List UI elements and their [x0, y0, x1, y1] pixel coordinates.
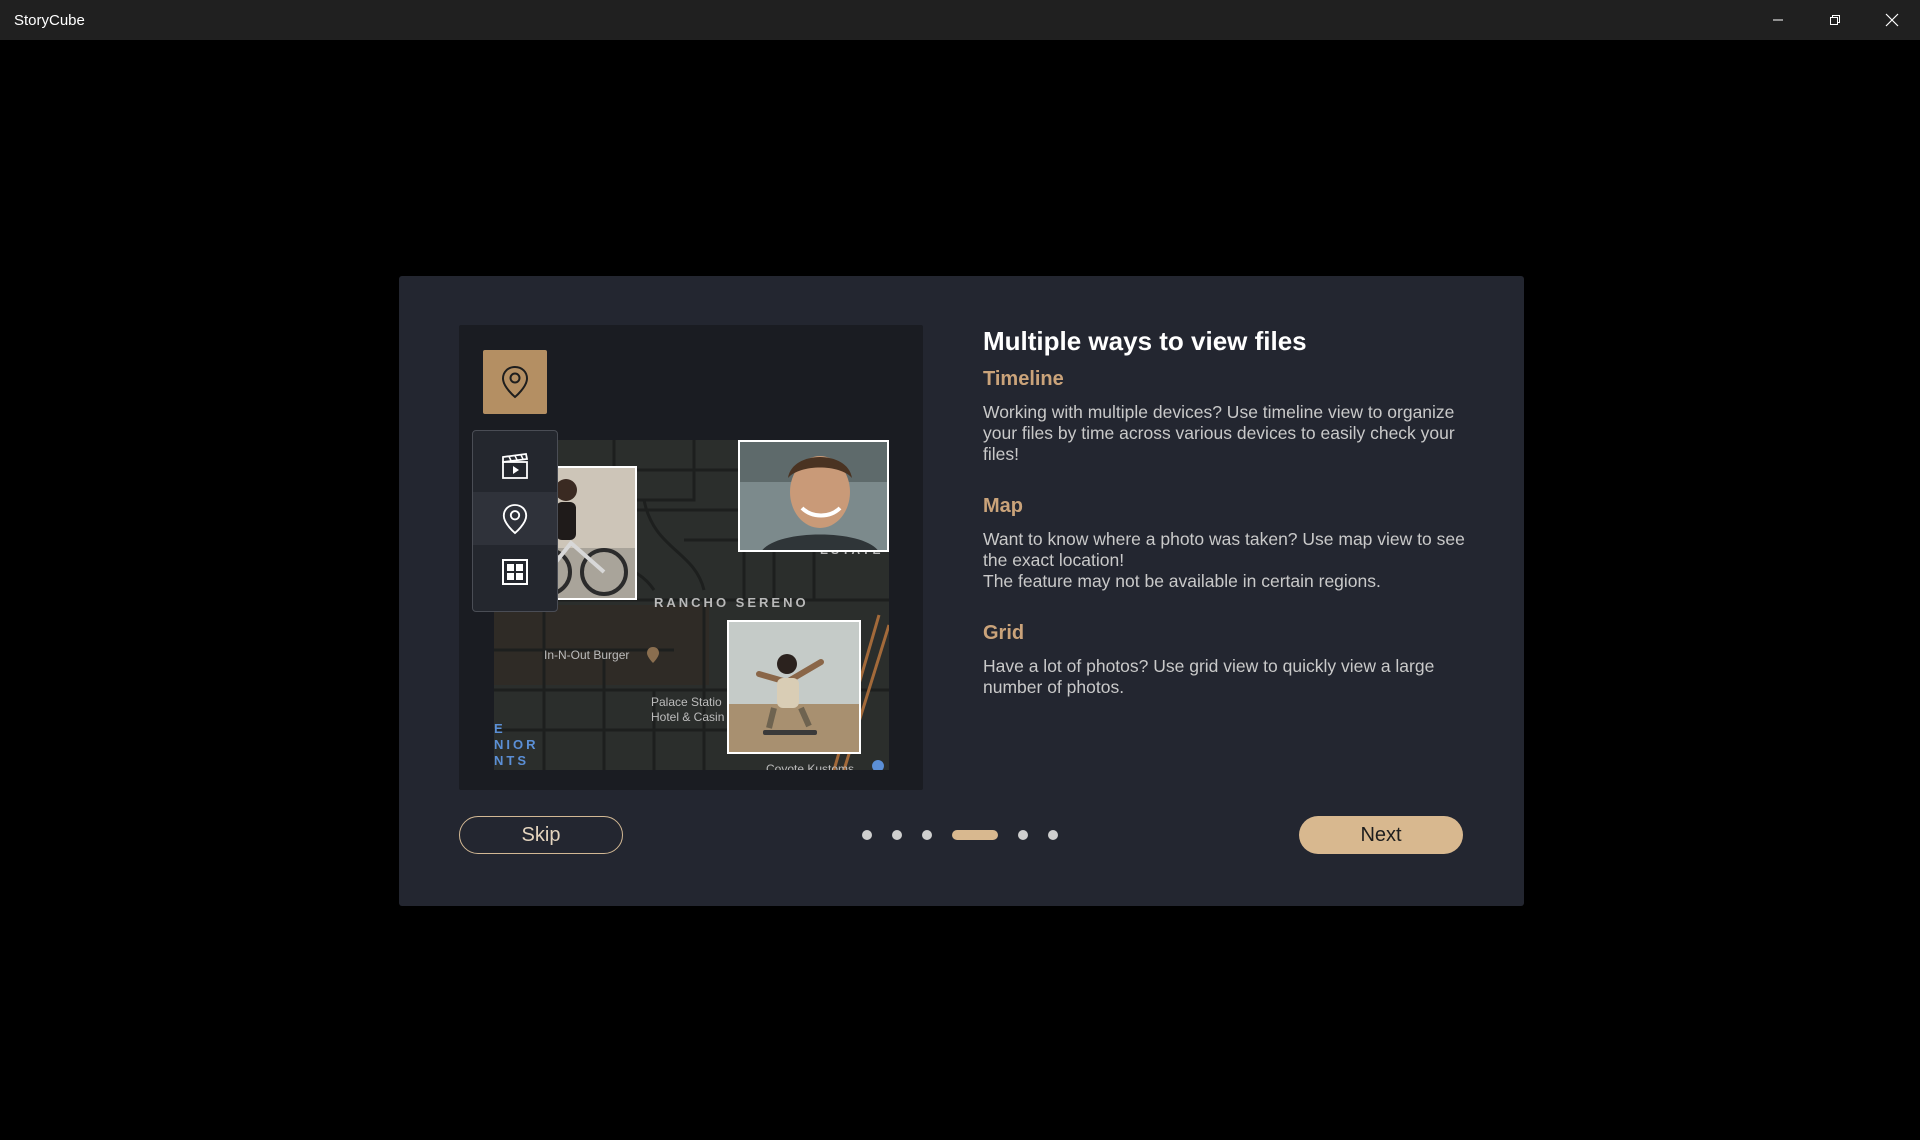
app-title: StoryCube	[14, 11, 85, 29]
skip-button[interactable]: Skip	[459, 816, 623, 854]
location-view-tile[interactable]	[483, 350, 547, 414]
page-dot[interactable]	[892, 830, 902, 840]
view-option-timeline[interactable]	[473, 439, 557, 492]
page-dot[interactable]	[862, 830, 872, 840]
view-option-map[interactable]	[473, 492, 557, 545]
map-pin-icon	[501, 365, 529, 399]
view-option-grid[interactable]	[473, 545, 557, 598]
map-label-bottom: Coyote Kustoms	[766, 762, 855, 770]
next-button[interactable]: Next	[1299, 816, 1463, 854]
map-label-blue-line2: NIOR	[494, 737, 539, 752]
map-label-poi1: In-N-Out Burger	[544, 648, 630, 662]
video-clapper-icon	[502, 452, 529, 479]
map-pin-icon	[502, 503, 528, 534]
section-text-map-line1: Want to know where a photo was taken? Us…	[983, 529, 1465, 570]
page-dot[interactable]	[922, 830, 932, 840]
onboarding-dialog: RANCHO SERENO ESTATE In-N-Out Burger Pal…	[399, 276, 1524, 906]
close-icon	[1885, 13, 1898, 27]
grid-icon	[502, 558, 528, 585]
section-text-grid: Have a lot of photos? Use grid view to q…	[983, 656, 1435, 697]
photo-skater	[727, 620, 861, 754]
dialog-heading: Multiple ways to view files	[983, 326, 1307, 356]
close-button[interactable]	[1863, 0, 1920, 40]
section-title-timeline: Timeline	[983, 368, 1064, 390]
page-indicator	[862, 830, 1058, 840]
feature-preview: RANCHO SERENO ESTATE In-N-Out Burger Pal…	[459, 325, 923, 790]
page-dot-active[interactable]	[952, 830, 998, 840]
map-label-neighborhood: RANCHO SERENO	[654, 595, 809, 610]
map-label-poi2-line2: Hotel & Casin	[651, 710, 725, 724]
page-dot[interactable]	[1048, 830, 1058, 840]
section-title-map: Map	[983, 495, 1023, 517]
section-title-grid: Grid	[983, 622, 1025, 644]
minimize-button[interactable]	[1749, 0, 1806, 40]
restore-button[interactable]	[1806, 0, 1863, 40]
section-text-map-line2: The feature may not be available in cert…	[983, 571, 1381, 591]
food-pin-icon	[647, 647, 659, 663]
map-label-blue-line1: E	[494, 721, 506, 736]
page-dot[interactable]	[1018, 830, 1028, 840]
view-options-panel	[472, 430, 558, 612]
feature-description: Multiple ways to view files Timeline Wor…	[983, 324, 1473, 698]
map-label-blue: E NIOR NTS	[494, 721, 539, 769]
section-text-timeline: Working with multiple devices? Use timel…	[983, 402, 1455, 464]
man-selfie-image	[740, 442, 887, 550]
window-controls	[1749, 0, 1920, 40]
photo-man-selfie	[738, 440, 889, 552]
map-label-poi2-line1: Palace Statio	[651, 695, 722, 709]
title-bar: StoryCube	[0, 0, 1920, 40]
skater-image	[729, 622, 859, 752]
map-marker-dot	[872, 760, 884, 770]
section-text-map: Want to know where a photo was taken? Us…	[983, 529, 1473, 592]
restore-icon	[1829, 15, 1840, 25]
minimize-icon	[1772, 19, 1783, 21]
map-label-blue-line3: NTS	[494, 753, 529, 768]
